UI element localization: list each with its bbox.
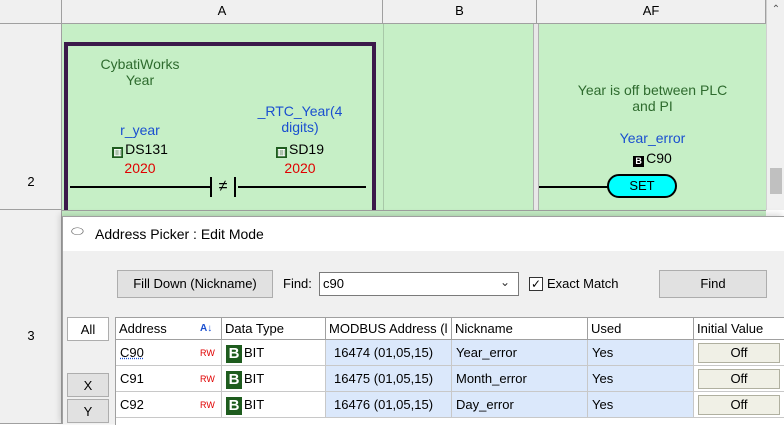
address-picker-dialog: ⬭ Address Picker : Edit Mode Fill Down (… bbox=[62, 216, 784, 425]
bit-type-icon: B bbox=[633, 156, 645, 167]
bit-type-icon: B bbox=[226, 345, 242, 363]
coil-address: B C90 bbox=[539, 150, 766, 167]
column-header-af[interactable]: AF bbox=[537, 0, 766, 24]
cell-address[interactable]: C91 RW bbox=[116, 366, 222, 392]
category-y-button[interactable]: Y bbox=[67, 399, 109, 423]
cell-address[interactable]: C92 RW bbox=[116, 392, 222, 418]
bit-type-icon: B bbox=[226, 397, 242, 415]
cell-modbus: 16474 (01,05,15) bbox=[326, 340, 452, 366]
corner-header bbox=[0, 0, 62, 24]
header-nickname[interactable]: Nickname bbox=[452, 318, 588, 340]
cell-address[interactable]: C90 RW bbox=[116, 340, 222, 366]
find-button[interactable]: Find bbox=[659, 270, 767, 298]
bit-type-icon: B bbox=[226, 371, 242, 389]
header-address[interactable]: Address A↓ bbox=[116, 318, 222, 340]
find-label: Find: bbox=[283, 276, 312, 291]
category-all-button[interactable]: All bbox=[67, 317, 109, 341]
table-row[interactable]: C90 RW B BIT 16474 (01,05,15) Year_error … bbox=[116, 340, 784, 366]
table-row[interactable]: C92 RW B BIT 16476 (01,05,15) Day_error Y… bbox=[116, 392, 784, 418]
fill-down-button[interactable]: Fill Down (Nickname) bbox=[117, 270, 273, 298]
cell-nickname[interactable]: Day_error bbox=[452, 392, 588, 418]
column-divider-ab bbox=[383, 24, 384, 210]
column-header-a[interactable]: A bbox=[62, 0, 383, 24]
category-x-button[interactable]: X bbox=[67, 373, 109, 397]
exact-match-checkbox[interactable]: ✓ bbox=[529, 277, 543, 291]
sort-az-icon[interactable]: A↓ bbox=[200, 318, 212, 339]
find-input[interactable]: c90 ⌄ bbox=[319, 272, 519, 296]
cell-initial-value: Off bbox=[694, 366, 784, 392]
scrollbar-vertical[interactable]: ⌃ bbox=[766, 0, 784, 210]
dialog-titlebar[interactable]: ⬭ Address Picker : Edit Mode bbox=[63, 217, 784, 251]
coil-comment: Year is off between PLC and PI bbox=[577, 82, 728, 114]
cell-used: Yes bbox=[588, 340, 694, 366]
cell-data-type: B BIT bbox=[222, 392, 326, 418]
column-header-b[interactable]: B bbox=[383, 0, 537, 24]
header-used[interactable]: Used bbox=[588, 318, 694, 340]
row-header-3[interactable]: 3 bbox=[0, 210, 62, 424]
coil-nickname: Year_error bbox=[619, 130, 686, 146]
cell-nickname[interactable]: Month_error bbox=[452, 366, 588, 392]
header-modbus-address[interactable]: MODBUS Address (l bbox=[326, 318, 452, 340]
cell-nickname[interactable]: Year_error bbox=[452, 340, 588, 366]
rung-wire-right bbox=[539, 186, 609, 188]
initial-value-button[interactable]: Off bbox=[698, 369, 780, 389]
cell-modbus: 16475 (01,05,15) bbox=[326, 366, 452, 392]
exact-match-label: Exact Match bbox=[547, 276, 619, 291]
app-icon: ⬭ bbox=[71, 223, 84, 240]
address-grid: Address A↓ Data Type MODBUS Address (l N… bbox=[115, 317, 784, 425]
cell-used: Yes bbox=[588, 392, 694, 418]
scrollbar-thumb[interactable] bbox=[770, 168, 782, 194]
cell-initial-value: Off bbox=[694, 340, 784, 366]
set-coil[interactable]: SET bbox=[607, 174, 677, 198]
initial-value-button[interactable]: Off bbox=[698, 395, 780, 415]
table-row[interactable]: C91 RW B BIT 16475 (01,05,15) Month_error… bbox=[116, 366, 784, 392]
cell-data-type: B BIT bbox=[222, 340, 326, 366]
cell-initial-value: Off bbox=[694, 392, 784, 418]
cell-modbus: 16476 (01,05,15) bbox=[326, 392, 452, 418]
dialog-title: Address Picker : Edit Mode bbox=[95, 226, 264, 242]
cell-data-type: B BIT bbox=[222, 366, 326, 392]
row-header-2[interactable]: 2 bbox=[0, 24, 62, 210]
chevron-down-icon[interactable]: ⌄ bbox=[500, 275, 510, 289]
header-initial-value[interactable]: Initial Value bbox=[694, 318, 784, 340]
header-data-type[interactable]: Data Type bbox=[222, 318, 326, 340]
cell-used: Yes bbox=[588, 366, 694, 392]
initial-value-button[interactable]: Off bbox=[698, 343, 780, 363]
selection-box bbox=[64, 42, 376, 210]
scroll-up-arrow-icon[interactable]: ⌃ bbox=[767, 4, 784, 15]
